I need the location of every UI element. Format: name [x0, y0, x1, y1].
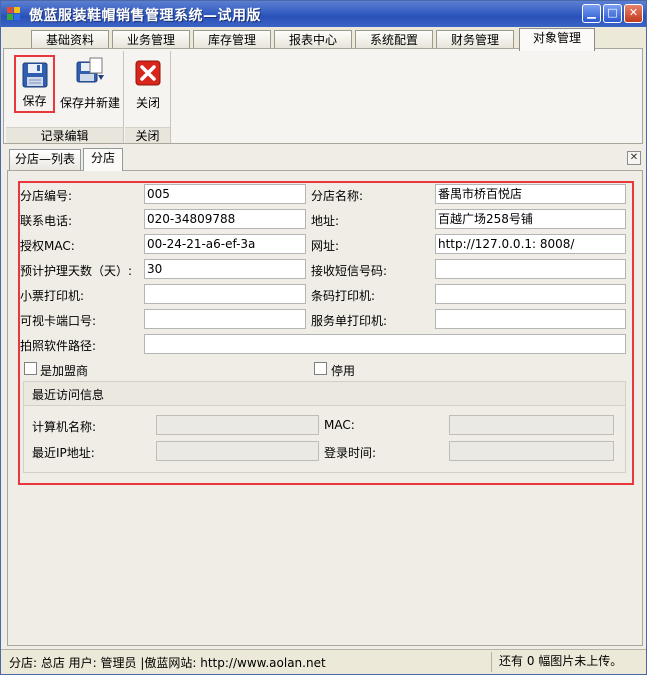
recent-access-header	[24, 382, 625, 406]
minimize-button[interactable]: ▁	[582, 4, 601, 23]
branch-name-input[interactable]: 番禺市桥百悦店	[435, 184, 626, 204]
computer-name-field	[156, 415, 319, 435]
ribbon-group-caption-record-edit: 记录编辑	[6, 127, 123, 143]
save-and-new-label: 保存并新建	[59, 96, 120, 110]
disabled-checkbox[interactable]	[314, 362, 327, 375]
phone-label: 联系电话:	[20, 214, 73, 228]
close-tab-button[interactable]: ✕	[627, 151, 641, 165]
computer-name-label: 计算机名称:	[32, 420, 97, 434]
address-label: 地址:	[311, 214, 340, 228]
branch-name-label: 分店名称:	[311, 189, 364, 203]
recent-access-title: 最近访问信息	[32, 388, 105, 402]
website-label: 网址:	[311, 239, 340, 253]
tab-inventory[interactable]: 库存管理	[193, 30, 271, 50]
website-input[interactable]: http://127.0.0.1: 8008/	[435, 234, 626, 254]
disabled-checkbox-label: 停用	[331, 364, 356, 378]
title-bar[interactable]: 傲蓝服装鞋帽销售管理系统—试用版 ▁ □ ✕	[1, 1, 646, 27]
care-days-input[interactable]: 30	[144, 259, 306, 279]
ribbon-toolbar: 保存 保存并新建 记录编辑 关闭 关闭	[3, 48, 643, 144]
save-new-icon	[76, 57, 104, 83]
subtab-branch-list[interactable]: 分店—列表	[9, 149, 81, 170]
floppy-disk-icon	[22, 62, 48, 88]
receipt-printer-label: 小票打印机:	[20, 289, 85, 303]
save-button[interactable]: 保存	[14, 55, 55, 113]
main-tab-bar: 基础资料 业务管理 库存管理 报表中心 系统配置 财务管理 对象管理	[1, 27, 646, 51]
close-window-button[interactable]: ✕	[624, 4, 643, 23]
close-icon: ✕	[629, 152, 639, 163]
auth-mac-input[interactable]: 00-24-21-a6-ef-3a	[144, 234, 306, 254]
close-icon: ✕	[628, 6, 639, 19]
sms-number-input[interactable]	[435, 259, 626, 279]
last-ip-field	[156, 441, 319, 461]
last-ip-label: 最近IP地址:	[32, 446, 95, 460]
sms-number-label: 接收短信号码:	[311, 264, 388, 278]
ribbon-group-close: 关闭 关闭	[125, 51, 171, 143]
close-form-button[interactable]: 关闭	[127, 55, 169, 113]
app-window: 傲蓝服装鞋帽销售管理系统—试用版 ▁ □ ✕ 基础资料 业务管理 库存管理 报表…	[0, 0, 647, 675]
branch-code-label: 分店编号:	[20, 189, 73, 203]
service-printer-label: 服务单打印机:	[311, 314, 388, 328]
phone-input[interactable]: 020-34809788	[144, 209, 306, 229]
tab-finance[interactable]: 财务管理	[436, 30, 514, 50]
address-input[interactable]: 百越广场258号铺	[435, 209, 626, 229]
tab-basic-data[interactable]: 基础资料	[31, 30, 109, 50]
upload-status: 还有 0 幅图片未上传。	[491, 652, 643, 672]
close-form-label: 关闭	[135, 96, 160, 110]
ribbon-group-caption-close: 关闭	[125, 127, 170, 143]
app-icon	[7, 7, 21, 21]
photo-path-label: 拍照软件路径:	[20, 339, 97, 353]
status-text: 分店: 总店 用户: 管理员 |傲蓝网站: http://www.aolan.n…	[9, 656, 326, 670]
status-bar: 分店: 总店 用户: 管理员 |傲蓝网站: http://www.aolan.n…	[1, 649, 646, 674]
maximize-icon: □	[607, 6, 618, 19]
barcode-printer-input[interactable]	[435, 284, 626, 304]
receipt-printer-input[interactable]	[144, 284, 306, 304]
close-x-icon	[135, 60, 161, 86]
service-printer-input[interactable]	[435, 309, 626, 329]
window-title: 傲蓝服装鞋帽销售管理系统—试用版	[29, 8, 261, 24]
auth-mac-label: 授权MAC:	[20, 239, 75, 253]
visual-card-port-input[interactable]	[144, 309, 306, 329]
mac-label: MAC:	[324, 418, 355, 432]
franchise-checkbox-label: 是加盟商	[40, 364, 89, 378]
franchise-checkbox[interactable]	[24, 362, 37, 375]
mac-field	[449, 415, 614, 435]
branch-code-input[interactable]: 005	[144, 184, 306, 204]
barcode-printer-label: 条码打印机:	[311, 289, 376, 303]
save-button-label: 保存	[22, 94, 47, 108]
subtab-branch[interactable]: 分店	[83, 148, 123, 171]
tab-object-management[interactable]: 对象管理	[519, 28, 595, 51]
minimize-icon: ▁	[587, 6, 596, 19]
care-days-label: 预计护理天数（天）:	[20, 264, 133, 278]
login-time-label: 登录时间:	[324, 446, 377, 460]
login-time-field	[449, 441, 614, 461]
tab-business[interactable]: 业务管理	[112, 30, 190, 50]
ribbon-group-record-edit: 保存 保存并新建 记录编辑	[6, 51, 124, 143]
maximize-button[interactable]: □	[603, 4, 622, 23]
save-and-new-button[interactable]: 保存并新建	[58, 55, 122, 113]
tab-reports[interactable]: 报表中心	[274, 30, 352, 50]
photo-path-input[interactable]	[144, 334, 626, 354]
visual-card-port-label: 可视卡端口号:	[20, 314, 97, 328]
tab-system-config[interactable]: 系统配置	[355, 30, 433, 50]
